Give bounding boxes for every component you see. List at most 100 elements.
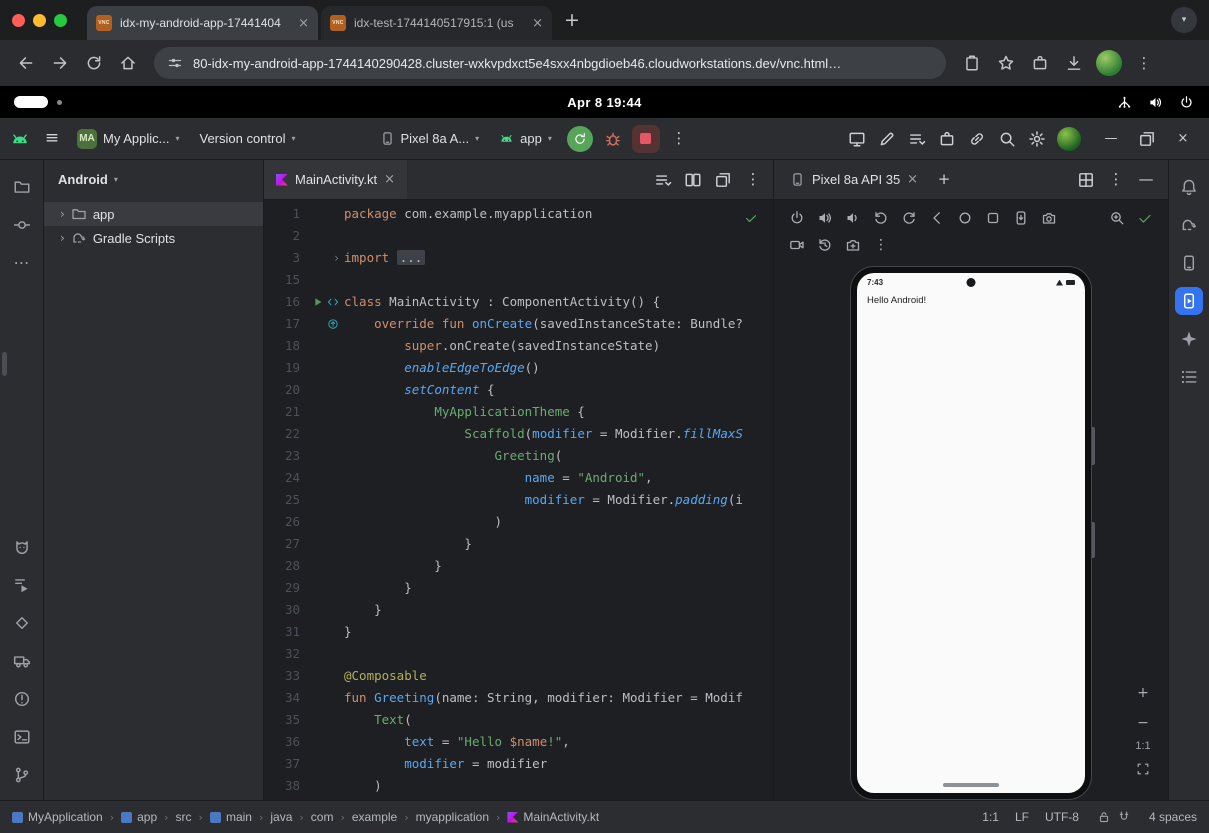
profile-avatar[interactable] [1096, 50, 1122, 76]
line-number[interactable]: 28 [264, 555, 300, 577]
downloads-icon[interactable] [1058, 47, 1090, 79]
file-encoding[interactable]: UTF-8 [1045, 810, 1079, 824]
hide-panel-icon[interactable]: — [1132, 166, 1160, 194]
snapshot-camera-icon[interactable] [840, 232, 866, 258]
split-editor-icon[interactable] [679, 166, 707, 194]
compose-gutter-icon[interactable] [327, 296, 339, 308]
line-number[interactable]: 17 [264, 313, 300, 335]
line-number[interactable]: 15 [264, 269, 300, 291]
device-tab-close-icon[interactable]: × [907, 173, 918, 186]
minimize-window-button[interactable] [33, 14, 46, 27]
phone-screen[interactable]: 7:43 Hello Android! [857, 273, 1085, 793]
site-settings-icon[interactable] [167, 55, 183, 71]
tab-close-icon[interactable]: × [298, 17, 309, 30]
notifications-bell-icon[interactable] [1175, 173, 1203, 201]
logcat-icon[interactable] [8, 533, 36, 561]
copy-link-icon[interactable] [956, 47, 988, 79]
vcs-widget[interactable]: Version control ▾ [190, 124, 304, 154]
snapshot-restore-icon[interactable] [812, 232, 838, 258]
volume-down-icon[interactable] [840, 205, 866, 231]
tree-item-gradle-scripts[interactable]: ›Gradle Scripts [44, 226, 263, 250]
stop-button[interactable] [632, 125, 660, 153]
overview-button-icon[interactable] [980, 205, 1006, 231]
layout-inspector-icon[interactable] [843, 125, 871, 153]
line-number[interactable]: 38 [264, 775, 300, 797]
lock-icon[interactable] [1095, 808, 1113, 826]
device-selector[interactable]: Pixel 8a A... ▾ [371, 124, 489, 154]
breadcrumb-item[interactable]: myapplication [416, 810, 489, 824]
editor-options-kebab[interactable]: ⋮ [739, 166, 767, 194]
back-icon[interactable] [10, 47, 42, 79]
fullscreen-window-button[interactable] [54, 14, 67, 27]
caret-position[interactable]: 1:1 [982, 810, 999, 824]
detach-editor-icon[interactable] [709, 166, 737, 194]
open-files-list-icon[interactable] [649, 166, 677, 194]
line-number[interactable]: 27 [264, 533, 300, 555]
device-options-kebab[interactable]: ⋮ [868, 232, 894, 258]
line-number[interactable]: 37 [264, 753, 300, 775]
line-separator[interactable]: LF [1015, 810, 1029, 824]
commit-tool-icon[interactable] [8, 211, 36, 239]
emulator-phone-frame[interactable]: 7:43 Hello Android! [850, 266, 1092, 800]
device-tab[interactable]: Pixel 8a API 35 × [782, 172, 926, 187]
browser-tab[interactable]: VNCidx-my-android-app-17441404× [87, 6, 318, 40]
running-devices-icon[interactable] [1175, 287, 1203, 315]
build-variants-icon[interactable] [8, 609, 36, 637]
device-manager-icon[interactable] [8, 647, 36, 675]
device-explorer-icon[interactable] [1175, 249, 1203, 277]
line-number[interactable]: 26 [264, 511, 300, 533]
rotate-left-icon[interactable] [868, 205, 894, 231]
expand-chevron-icon[interactable]: › [60, 208, 65, 220]
link-icon[interactable] [963, 125, 991, 153]
network-tree-icon[interactable] [1115, 93, 1133, 111]
line-number[interactable]: 20 [264, 379, 300, 401]
rerun-button[interactable] [567, 126, 593, 152]
zoom-controls-icon[interactable] [1104, 205, 1130, 231]
settings-gear-icon[interactable] [1023, 125, 1051, 153]
zoom-in-button[interactable]: + [1130, 680, 1156, 706]
line-number[interactable]: 3 [264, 247, 300, 269]
project-tool-icon[interactable] [8, 173, 36, 201]
inspections-ok-icon[interactable] [741, 208, 761, 228]
structure-icon[interactable] [1175, 363, 1203, 391]
screenshot-icon[interactable] [1008, 205, 1034, 231]
line-number[interactable]: 36 [264, 731, 300, 753]
problems-icon[interactable] [8, 685, 36, 713]
line-number[interactable]: 29 [264, 577, 300, 599]
run-gutter-icon[interactable] [312, 296, 324, 308]
main-menu-hamburger-icon[interactable]: ≡ [38, 125, 66, 153]
restore-window-icon[interactable] [1133, 125, 1161, 153]
minimize-window-icon[interactable]: — [1097, 125, 1125, 153]
more-tool-windows-icon[interactable]: ⋯ [8, 249, 36, 277]
run-tool-icon[interactable] [8, 571, 36, 599]
volume-up-icon[interactable] [812, 205, 838, 231]
breadcrumb-item[interactable]: com [311, 810, 334, 824]
editor-tab-close-icon[interactable]: × [384, 173, 395, 186]
breadcrumb-item[interactable]: app [121, 810, 157, 824]
ready-check-icon[interactable] [1132, 205, 1158, 231]
line-number[interactable]: 25 [264, 489, 300, 511]
volume-icon[interactable] [1146, 93, 1164, 111]
run-options-kebab[interactable]: ⋮ [665, 125, 693, 153]
screen-record-icon[interactable] [784, 232, 810, 258]
tool-window-drag-handle[interactable] [2, 352, 7, 376]
add-device-tab-button[interactable]: + [930, 166, 958, 194]
power-icon[interactable] [784, 205, 810, 231]
breadcrumb-item[interactable]: main [210, 810, 252, 824]
plugins-icon[interactable] [933, 125, 961, 153]
reload-icon[interactable] [78, 47, 110, 79]
project-view-selector[interactable]: Android ▾ [44, 160, 263, 198]
close-window-icon[interactable]: × [1169, 125, 1197, 153]
line-number[interactable]: 35 [264, 709, 300, 731]
bookmark-star-icon[interactable] [990, 47, 1022, 79]
new-tab-button[interactable]: + [564, 11, 580, 30]
terminal-icon[interactable] [8, 723, 36, 751]
breadcrumb-item[interactable]: example [352, 810, 397, 824]
run-config-selector[interactable]: app ▾ [490, 124, 561, 154]
magnet-icon[interactable] [1115, 808, 1133, 826]
fold-chevron-icon[interactable]: › [334, 252, 339, 264]
browser-tab[interactable]: VNCidx-test-1744140517915:1 (us× [321, 6, 552, 40]
breadcrumb-item[interactable]: MainActivity.kt [507, 810, 599, 824]
browser-menu-kebab[interactable]: ⋮ [1128, 47, 1160, 79]
home-icon[interactable] [112, 47, 144, 79]
